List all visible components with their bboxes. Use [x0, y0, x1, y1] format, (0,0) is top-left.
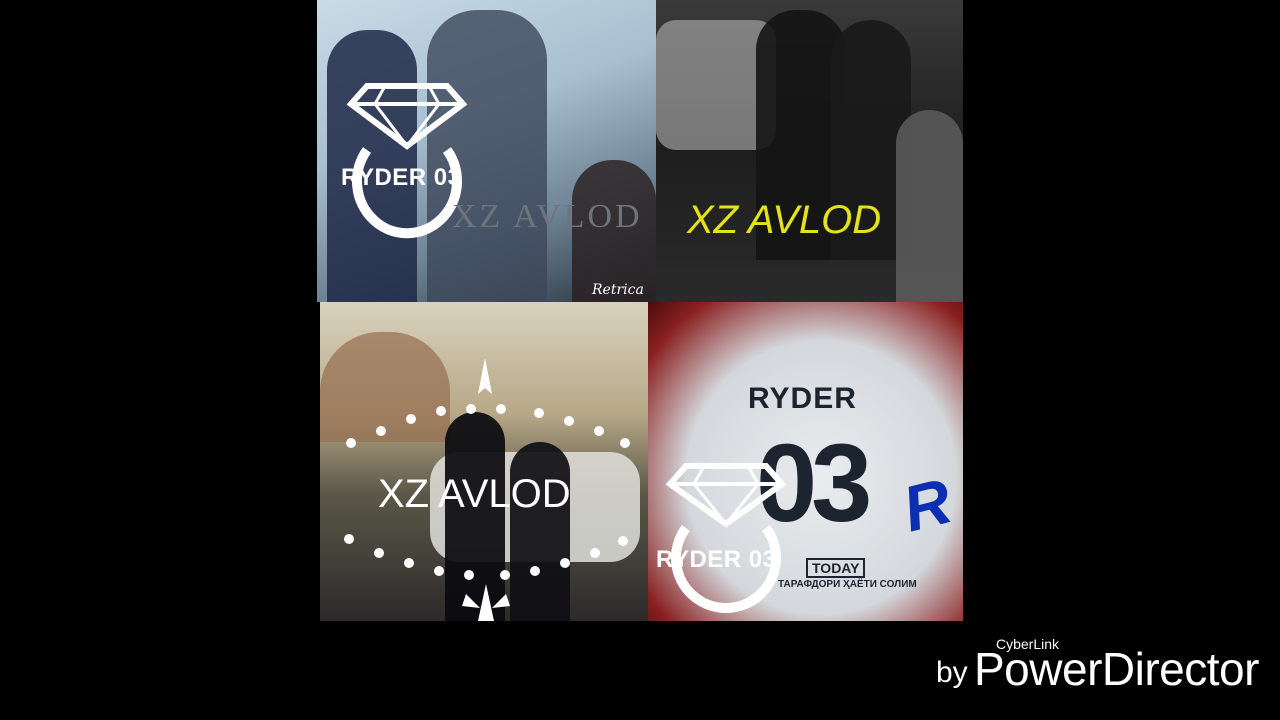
shirt-slogan-print: ТАРАФДОРИ ҲАЁТИ СОЛИМ [778, 579, 917, 590]
photo-tile-4: RYDER 03 TODAY ТАРАФДОРИ ҲАЁТИ СОЛИМ R R… [648, 302, 963, 621]
collage-caption: XZ AVLOD [378, 472, 571, 516]
diamond-ring-logo [665, 463, 787, 613]
decor-dot [374, 548, 384, 558]
diamond-ring-logo [346, 83, 468, 239]
decor-dot [534, 408, 544, 418]
decor-dot [594, 426, 604, 436]
retrica-watermark: Retrica [592, 282, 644, 298]
brand-product-text: PowerDirector [974, 643, 1259, 695]
powerdirector-watermark: by CyberLink PowerDirector [936, 636, 1266, 696]
decor-dot [344, 534, 354, 544]
blue-letter-sticker: R [895, 464, 959, 546]
decor-dot [618, 536, 628, 546]
decor-dot [376, 426, 386, 436]
person-silhouette [510, 442, 570, 621]
ring-logo-text: RYDER 03 [656, 546, 777, 573]
decor-dot [464, 570, 474, 580]
collage-caption: XZ AVLOD [452, 198, 643, 235]
person-silhouette [896, 110, 963, 302]
shirt-sponsor-print: TODAY [806, 558, 866, 578]
brand-by-text: by [936, 656, 968, 689]
shirt-name-print: RYDER [748, 382, 857, 415]
collage-caption: XZ AVLOD [687, 198, 882, 242]
photo-tile-3: XZ AVLOD [320, 302, 648, 621]
decor-dot [434, 566, 444, 576]
photo-collage: RYDER 03 XZ AVLOD Retrica XZ AVLOD XZ AV… [317, 0, 963, 621]
photo-tile-1: RYDER 03 XZ AVLOD Retrica [317, 0, 656, 302]
ring-logo-text: RYDER 03 [341, 164, 462, 191]
decor-dot [560, 558, 570, 568]
decor-dot [466, 404, 476, 414]
decor-dot [620, 438, 630, 448]
decor-dot [530, 566, 540, 576]
light-burst-top [478, 358, 492, 394]
decor-dot [404, 558, 414, 568]
decor-dot [436, 406, 446, 416]
photo-tile-2: XZ AVLOD [656, 0, 963, 302]
decor-dot [590, 548, 600, 558]
decor-dot [346, 438, 356, 448]
decor-dot [500, 570, 510, 580]
light-burst-bottom [462, 584, 510, 621]
decor-dot [564, 416, 574, 426]
arch-gate [320, 332, 450, 442]
decor-dot [496, 404, 506, 414]
decor-dot [406, 414, 416, 424]
